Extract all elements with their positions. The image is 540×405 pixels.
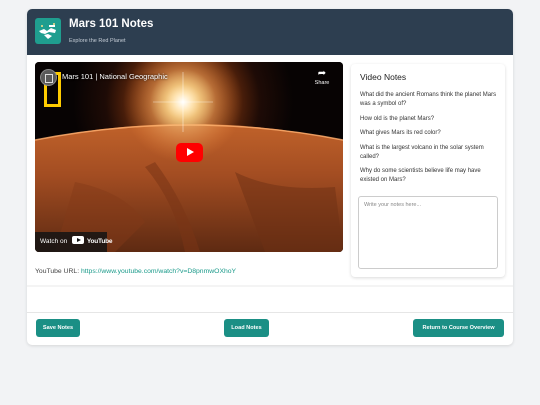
notes-textarea[interactable] xyxy=(358,196,498,269)
youtube-url-link[interactable]: https://www.youtube.com/watch?v=D8pnmwOX… xyxy=(81,268,236,275)
page-title: Mars 101 Notes xyxy=(69,18,154,30)
question-item: What gives Mars its red color? xyxy=(360,130,441,136)
save-notes-button[interactable]: Save Notes xyxy=(36,319,80,337)
youtube-url-row: YouTube URL: https://www.youtube.com/wat… xyxy=(35,268,236,275)
youtube-play-icon xyxy=(72,236,85,245)
page-subtitle: Explore the Red Planet xyxy=(69,38,126,44)
video-notes-title: Video Notes xyxy=(360,72,407,82)
share-arrow-icon: ➦ xyxy=(317,68,327,79)
header-bar: Mars 101 Notes Explore the Red Planet xyxy=(27,9,513,55)
channel-avatar[interactable] xyxy=(40,69,57,86)
watch-on-label: Watch on xyxy=(40,238,68,245)
main-card: Mars 101 Notes Explore the Red Planet Ma… xyxy=(27,9,513,345)
video-player[interactable]: Mars 101 | National Geographic ➦ Share W… xyxy=(35,62,343,252)
share-button[interactable]: ➦ Share xyxy=(311,68,333,86)
question-item: What did the ancient Romans think the pl… xyxy=(360,92,497,107)
watch-on-youtube-button[interactable]: Watch on YouTube xyxy=(35,232,113,252)
share-label: Share xyxy=(314,80,330,86)
footer-divider xyxy=(27,312,513,313)
section-divider xyxy=(27,285,513,287)
load-notes-button[interactable]: Load Notes xyxy=(224,319,269,337)
question-item: Why do some scientists believe life may … xyxy=(360,168,481,183)
return-to-course-overview-button[interactable]: Return to Course Overview xyxy=(413,319,504,337)
question-list: What did the ancient Romans think the pl… xyxy=(360,91,498,191)
play-button[interactable] xyxy=(176,143,203,162)
youtube-url-label: YouTube URL: xyxy=(35,268,80,275)
video-notes-panel: Video Notes What did the ancient Romans … xyxy=(351,64,505,277)
youtube-wordmark: YouTube xyxy=(86,238,113,245)
question-item: How old is the planet Mars? xyxy=(360,115,435,122)
video-title[interactable]: Mars 101 | National Geographic xyxy=(62,72,168,81)
mars-logo-icon xyxy=(35,18,61,44)
question-item: What is the largest volcano in the solar… xyxy=(360,144,484,160)
